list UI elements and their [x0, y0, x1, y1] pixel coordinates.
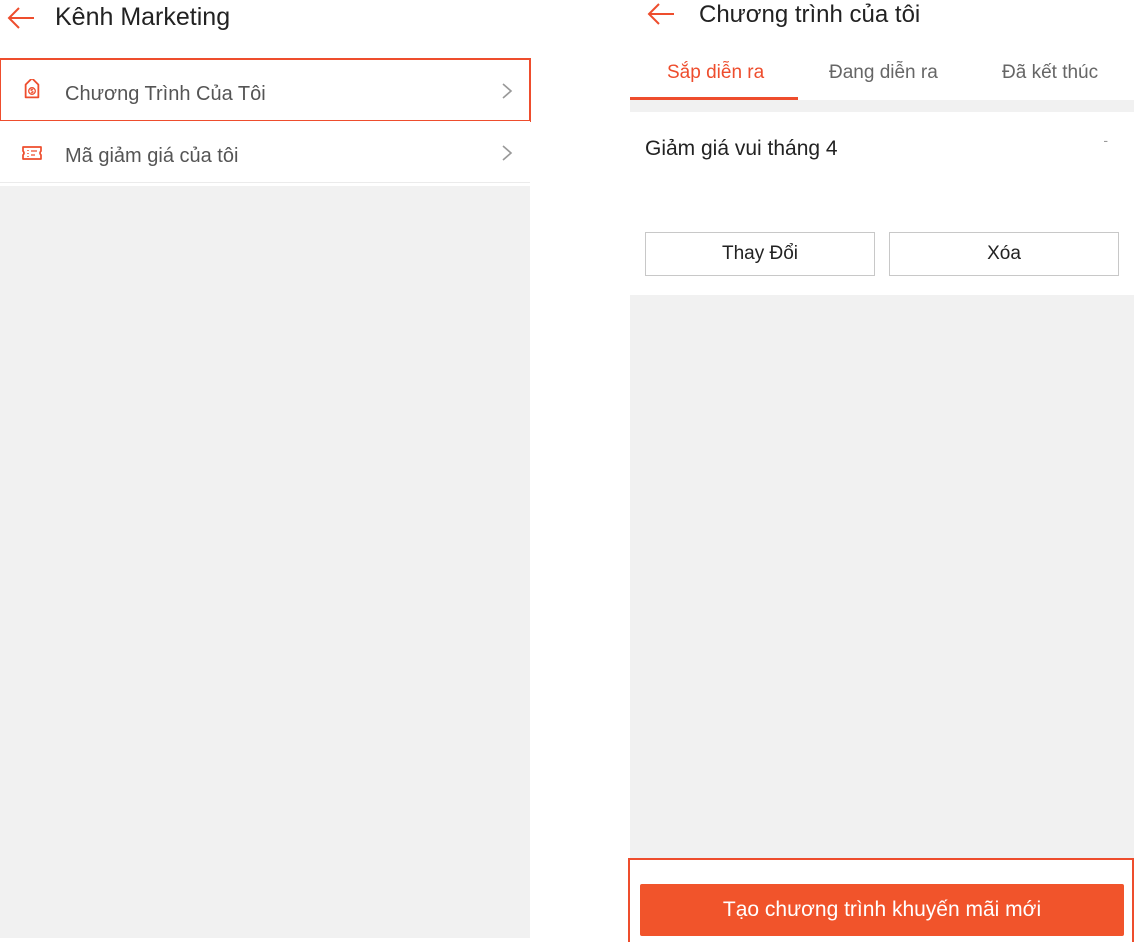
chevron-right-icon [502, 145, 513, 161]
program-card: Giảm giá vui tháng 4 - Thay Đổi Xóa [630, 112, 1134, 295]
divider [630, 100, 1134, 112]
back-arrow-icon[interactable] [646, 2, 676, 26]
menu-item-label: Chương Trình Của Tôi [65, 83, 266, 105]
menu-item-my-vouchers[interactable]: Mã giảm giá của tôi [0, 121, 530, 183]
menu-item-my-programs[interactable]: Chương Trình Của Tôi [0, 58, 531, 122]
empty-area [0, 186, 530, 938]
bottom-action-bar: Tạo chương trình khuyến mãi mới [628, 858, 1134, 942]
program-status-tabs: Sắp diễn ra Đang diễn ra Đã kết thúc [630, 52, 1134, 100]
program-name: Giảm giá vui tháng 4 [645, 137, 838, 160]
edit-button[interactable]: Thay Đổi [645, 232, 875, 276]
back-arrow-icon[interactable] [6, 6, 36, 30]
tab-ongoing[interactable]: Đang diễn ra [829, 62, 938, 84]
program-date-placeholder: - [1103, 132, 1108, 148]
delete-button[interactable]: Xóa [889, 232, 1119, 276]
menu-item-label: Mã giảm giá của tôi [65, 145, 239, 167]
chevron-right-icon [502, 83, 513, 99]
empty-area [630, 295, 1134, 858]
marketing-channel-screen: Kênh Marketing Chương Trình Của Tôi Mã g… [0, 0, 531, 942]
price-tag-icon [24, 79, 40, 99]
marketing-menu-list: Chương Trình Của Tôi Mã giảm giá của tôi [0, 58, 531, 183]
page-title: Chương trình của tôi [699, 1, 921, 28]
page-title: Kênh Marketing [55, 3, 231, 31]
create-program-button[interactable]: Tạo chương trình khuyến mãi mới [640, 884, 1124, 936]
voucher-icon [22, 146, 42, 160]
tab-ended[interactable]: Đã kết thúc [1002, 62, 1098, 84]
my-programs-screen: Chương trình của tôi Sắp diễn ra Đang di… [628, 0, 1134, 942]
tab-upcoming[interactable]: Sắp diễn ra [667, 62, 764, 84]
left-header: Kênh Marketing [0, 0, 530, 40]
